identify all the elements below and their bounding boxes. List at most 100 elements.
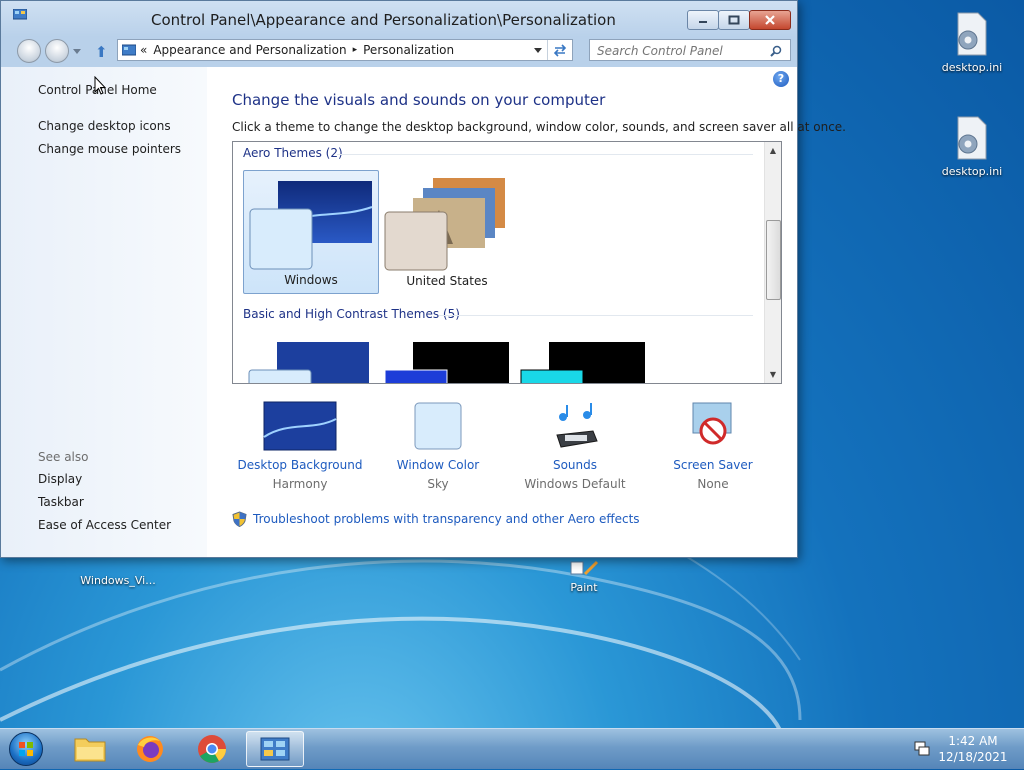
window-color-setting[interactable]: Window Color Sky bbox=[373, 401, 503, 491]
clock-time: 1:42 AM bbox=[948, 734, 998, 748]
desktop-icon-windows-vi[interactable]: Windows_Vi... bbox=[78, 572, 158, 587]
desktop-icon-paint[interactable]: Paint bbox=[544, 560, 624, 594]
screen-saver-icon bbox=[692, 402, 732, 445]
firefox-icon bbox=[137, 736, 163, 762]
taskbar-explorer[interactable] bbox=[64, 731, 116, 767]
folder-icon bbox=[74, 738, 106, 762]
desktop-background-setting[interactable]: Desktop Background Harmony bbox=[235, 401, 365, 491]
navigation-bar: ⬆ « Appearance and Personalization ▸ Per… bbox=[1, 37, 797, 67]
change-mouse-pointers-link[interactable]: Change mouse pointers bbox=[38, 142, 181, 156]
clock-date: 12/18/2021 bbox=[938, 750, 1008, 764]
desktop-icon-label: desktop.ini bbox=[941, 165, 1003, 178]
group-divider bbox=[439, 315, 753, 316]
back-button[interactable] bbox=[17, 39, 41, 63]
search-box[interactable] bbox=[589, 39, 791, 61]
help-icon[interactable]: ? bbox=[773, 71, 789, 87]
setting-label[interactable]: Window Color bbox=[373, 458, 503, 472]
page-description: Click a theme to change the desktop back… bbox=[232, 120, 846, 134]
address-bar[interactable]: « Appearance and Personalization ▸ Perso… bbox=[117, 39, 573, 61]
title-bar[interactable]: Control Panel\Appearance and Personaliza… bbox=[1, 1, 797, 37]
main-content-pane: ? Change the visuals and sounds on your … bbox=[207, 67, 846, 557]
windows-logo-icon bbox=[19, 742, 33, 756]
setting-label[interactable]: Desktop Background bbox=[235, 458, 365, 472]
united-states-theme-thumbnail bbox=[384, 178, 505, 271]
control-panel-icon bbox=[122, 44, 136, 56]
up-level-icon[interactable]: ⬆ bbox=[95, 43, 108, 61]
theme-name: Windows bbox=[284, 273, 338, 287]
scroll-down-icon[interactable]: ▼ bbox=[765, 370, 781, 379]
desktop-icon-label: desktop.ini bbox=[941, 61, 1003, 74]
maximize-button[interactable] bbox=[718, 10, 750, 30]
group-header-aero: Aero Themes (2) bbox=[243, 146, 343, 160]
page-title: Change the visuals and sounds on your co… bbox=[232, 91, 606, 109]
start-button[interactable] bbox=[9, 732, 43, 766]
sounds-icon bbox=[556, 403, 598, 448]
breadcrumb-appearance[interactable]: Appearance and Personalization bbox=[153, 43, 346, 57]
address-dropdown-icon[interactable] bbox=[534, 48, 542, 54]
desktop-icon-ini-1[interactable]: desktop.ini bbox=[932, 12, 1012, 74]
desktop-icon-ini-2[interactable]: desktop.ini bbox=[932, 116, 1012, 178]
taskbar-firefox[interactable] bbox=[124, 731, 176, 767]
taskbar-chrome[interactable] bbox=[186, 731, 238, 767]
window-color-icon bbox=[414, 402, 462, 450]
theme-name: United States bbox=[406, 274, 488, 288]
refresh-button[interactable] bbox=[547, 40, 572, 60]
desktop-icon-label: Paint bbox=[570, 581, 598, 594]
setting-value: Harmony bbox=[272, 477, 328, 491]
taskbar-clock[interactable]: 1:42 AM 12/18/2021 bbox=[932, 733, 1014, 765]
scroll-up-icon[interactable]: ▲ bbox=[765, 146, 781, 155]
ease-of-access-link[interactable]: Ease of Access Center bbox=[38, 518, 171, 532]
search-icon[interactable] bbox=[770, 45, 782, 57]
refresh-icon bbox=[553, 44, 567, 57]
mouse-cursor-icon bbox=[94, 76, 106, 95]
setting-value: Windows Default bbox=[524, 477, 626, 491]
scroll-thumb[interactable] bbox=[766, 220, 781, 300]
shield-icon bbox=[232, 511, 247, 527]
taskbar-control-panel[interactable] bbox=[246, 731, 304, 767]
control-panel-icon bbox=[260, 737, 290, 761]
desktop-background-icon bbox=[263, 401, 337, 451]
setting-label[interactable]: Screen Saver bbox=[648, 458, 778, 472]
group-divider bbox=[337, 154, 753, 155]
maximize-icon bbox=[728, 15, 740, 25]
desktop-icon-label: Windows_Vi... bbox=[80, 574, 156, 587]
control-panel-icon bbox=[13, 9, 27, 20]
minimize-icon bbox=[699, 21, 707, 23]
theme-list-scrollbar[interactable]: ▲ ▼ bbox=[764, 142, 781, 383]
display-link[interactable]: Display bbox=[38, 472, 82, 486]
settings-file-icon bbox=[957, 116, 987, 160]
control-panel-window: Control Panel\Appearance and Personaliza… bbox=[0, 0, 846, 558]
breadcrumb-separator-icon[interactable]: ▸ bbox=[353, 45, 358, 55]
basic-theme-thumbnails bbox=[248, 342, 645, 383]
screen-saver-setting[interactable]: Screen Saver None bbox=[648, 401, 778, 491]
theme-united-states[interactable]: United States bbox=[379, 170, 515, 294]
theme-windows[interactable]: Windows bbox=[243, 170, 379, 294]
troubleshoot-link-text[interactable]: Troubleshoot problems with transparency … bbox=[253, 512, 640, 526]
left-task-pane: Control Panel Home Change desktop icons … bbox=[1, 67, 207, 557]
group-header-basic: Basic and High Contrast Themes (5) bbox=[243, 307, 460, 321]
chrome-icon bbox=[198, 735, 226, 763]
network-tray-icon[interactable] bbox=[914, 740, 930, 756]
settings-file-icon bbox=[957, 12, 987, 56]
setting-value: Sky bbox=[427, 477, 449, 491]
taskbar-link[interactable]: Taskbar bbox=[38, 495, 84, 509]
troubleshoot-link[interactable]: Troubleshoot problems with transparency … bbox=[232, 511, 640, 527]
window-title: Control Panel\Appearance and Personaliza… bbox=[151, 11, 616, 29]
minimize-button[interactable] bbox=[687, 10, 719, 30]
theme-list[interactable]: Aero Themes (2) Windows United States Ba… bbox=[232, 141, 782, 384]
paint-icon bbox=[570, 560, 599, 576]
windows-theme-thumbnail bbox=[249, 181, 373, 270]
setting-value: None bbox=[697, 477, 729, 491]
close-button[interactable] bbox=[749, 10, 791, 30]
setting-label[interactable]: Sounds bbox=[510, 458, 640, 472]
sounds-setting[interactable]: Sounds Windows Default bbox=[510, 401, 640, 491]
search-input[interactable] bbox=[595, 41, 769, 61]
change-desktop-icons-link[interactable]: Change desktop icons bbox=[38, 119, 171, 133]
history-dropdown-icon[interactable] bbox=[73, 49, 81, 55]
address-overflow-chevron[interactable]: « bbox=[140, 43, 147, 57]
see-also-heading: See also bbox=[38, 450, 89, 464]
forward-button[interactable] bbox=[45, 39, 69, 63]
close-icon bbox=[765, 15, 775, 25]
taskbar: 1:42 AM 12/18/2021 bbox=[0, 728, 1024, 769]
breadcrumb-personalization[interactable]: Personalization bbox=[363, 43, 454, 57]
